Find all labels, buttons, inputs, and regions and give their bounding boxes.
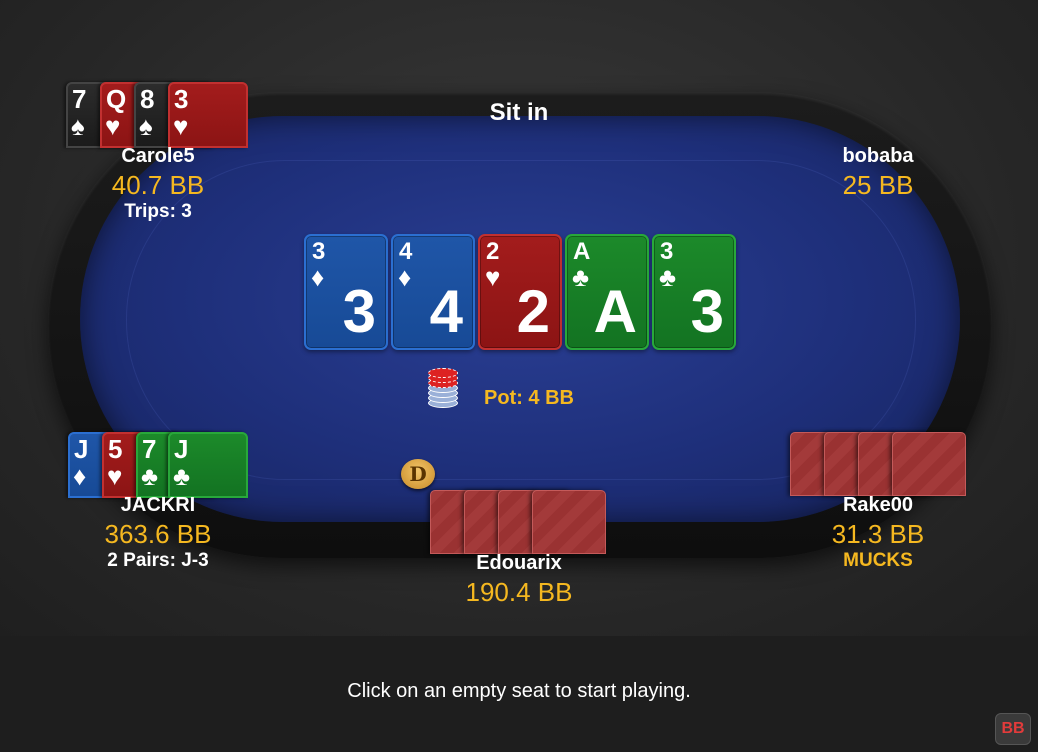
player-stack-edouarix: 190.4 BB	[465, 577, 573, 607]
hole-card: 3 ♥	[168, 82, 248, 148]
player-name-bobaba[interactable]: bobaba	[778, 145, 978, 168]
board-card: 3 ♦ 3	[304, 234, 388, 350]
card-back	[892, 432, 966, 496]
player-stack-jackri: 363.6 BB	[104, 519, 212, 549]
player-name-rake[interactable]: Rake00	[778, 494, 978, 517]
board-card: 4 ♦ 4	[391, 234, 475, 350]
card-back	[532, 490, 606, 554]
table-area: Sit in 3 ♦ 3 4 ♦ 4 2 ♥ 2 A ♣ A 3 ♣ 3 Pot: 4 BB D 7…	[0, 0, 1038, 636]
board-card: 2 ♥ 2	[478, 234, 562, 350]
board-card: 3 ♣ 3	[652, 234, 736, 350]
player-stack-bobaba: 25 BB	[842, 170, 914, 200]
hand-strength-jackri: 2 Pairs: J-3	[107, 550, 209, 571]
player-name-edouarix[interactable]: Edouarix	[419, 552, 619, 575]
hand-strength-carole: Trips: 3	[124, 201, 192, 222]
player-name-jackri[interactable]: JACKRI	[58, 494, 258, 517]
player-stack-rake: 31.3 BB	[831, 519, 925, 549]
bb-display-toggle-button[interactable]: BB	[995, 713, 1031, 745]
player-name-carole[interactable]: Carole5	[58, 145, 258, 168]
player-stack-carole: 40.7 BB	[111, 170, 205, 200]
dealer-button-icon: D	[401, 459, 435, 489]
status-message: Click on an empty seat to start playing.	[347, 680, 691, 702]
player-status-rake: MUCKS	[843, 550, 913, 571]
board-card: A ♣ A	[565, 234, 649, 350]
action-bar: Click on an empty seat to start playing.…	[0, 636, 1038, 752]
hole-card: J ♣	[168, 432, 248, 498]
pot-chips-icon	[428, 364, 458, 408]
pot-amount: Pot: 4 BB	[484, 387, 574, 409]
